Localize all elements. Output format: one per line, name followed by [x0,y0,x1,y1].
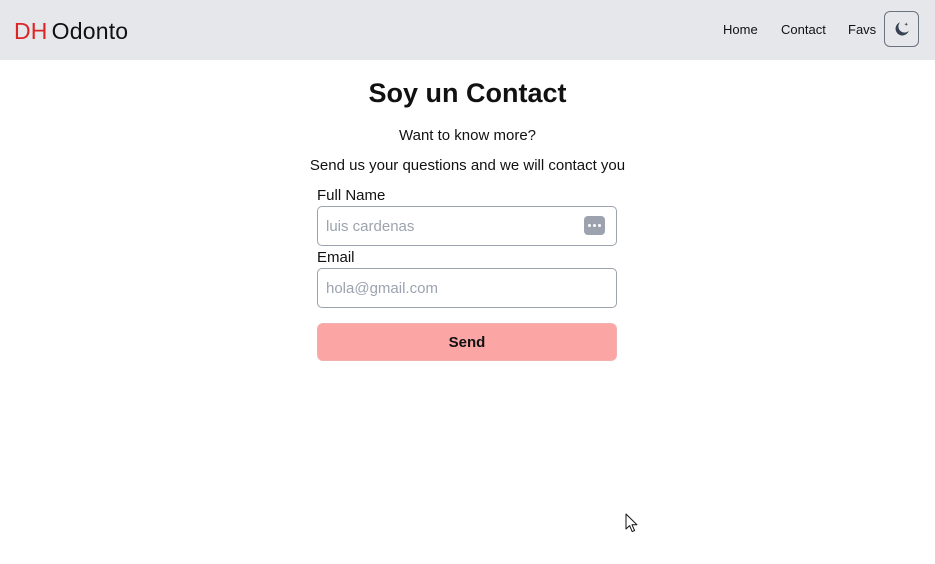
full-name-label: Full Name [317,187,386,204]
brand-logo[interactable]: DH Odonto [14,17,128,45]
email-input[interactable] [317,268,617,308]
mouse-cursor-icon [625,513,638,533]
brand-name: Odonto [51,18,129,44]
page-title: Soy un Contact [368,78,567,108]
email-label: Email [317,249,355,266]
theme-toggle-button[interactable] [884,11,919,47]
full-name-input[interactable] [317,206,617,246]
send-button[interactable]: Send [317,323,617,361]
password-autofill-icon[interactable] [584,216,605,235]
nav-link-favs[interactable]: Favs [848,22,876,38]
page-subtitle-description: Send us your questions and we will conta… [309,157,626,174]
nav-link-home[interactable]: Home [723,22,758,38]
page-subtitle-question: Want to know more? [399,127,536,144]
brand-prefix: DH [14,18,48,44]
moon-icon [895,22,909,36]
nav-link-contact[interactable]: Contact [781,22,826,38]
navbar: DH Odonto Home Contact Favs [0,0,935,60]
